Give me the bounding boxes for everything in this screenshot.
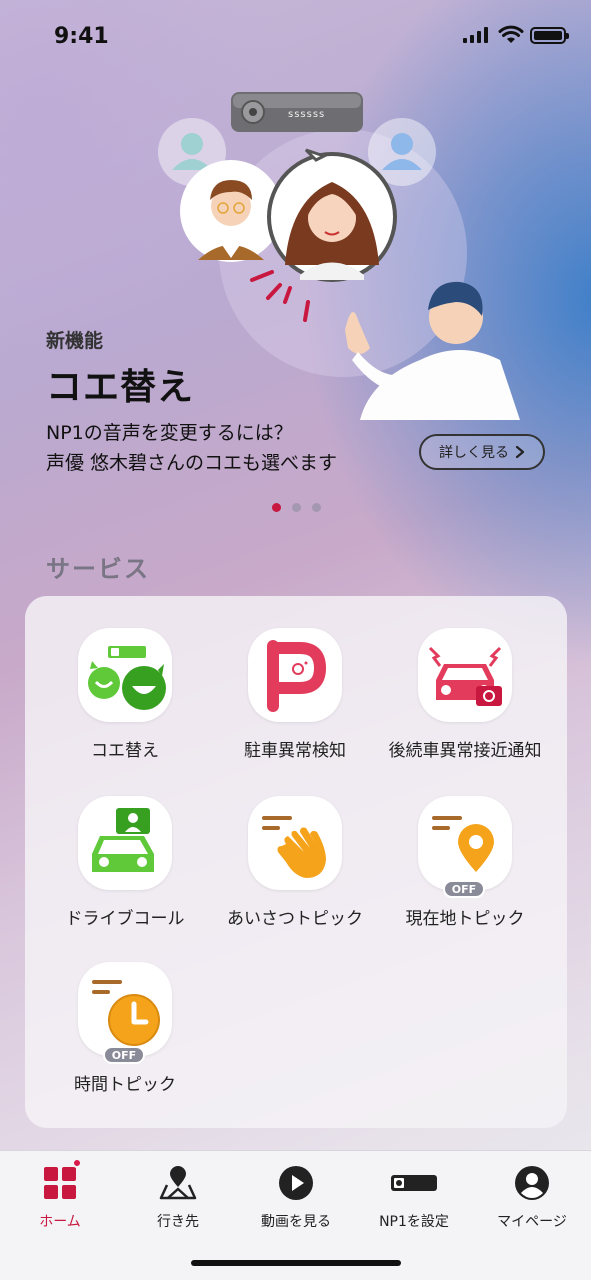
details-button[interactable]: 詳しく見る — [419, 434, 545, 470]
carousel-dot-3[interactable] — [312, 503, 321, 512]
tab-label: NP1を設定 — [379, 1214, 449, 1230]
status-badge: OFF — [443, 880, 485, 898]
clock-icon: OFF — [78, 962, 172, 1064]
details-button-label: 詳しく見る — [439, 445, 509, 461]
service-label: あいさつトピック — [227, 909, 363, 929]
service-rear-car-alert[interactable]: 後続車異常接近通知 — [375, 628, 555, 761]
services-card: コエ替え 駐車異常検知 後続車異常接近通知 ドライブコール あいさつトピック O… — [25, 596, 567, 1128]
tab-label: ホーム — [39, 1214, 81, 1230]
tab-label: 行き先 — [157, 1214, 199, 1230]
service-label: 時間トピック — [74, 1075, 176, 1095]
service-label: コエ替え — [91, 741, 159, 761]
tab-np1-settings[interactable]: NP1を設定 — [359, 1163, 469, 1231]
status-time: 9:41 — [54, 24, 109, 49]
drive-call-icon — [78, 796, 172, 890]
tab-home[interactable]: ホーム — [5, 1158, 115, 1231]
device-icon — [391, 1175, 437, 1191]
chevron-right-icon — [515, 445, 525, 459]
status-bar: 9:41 — [0, 0, 591, 72]
status-badge: OFF — [103, 1046, 145, 1064]
tab-my-page[interactable]: マイページ — [477, 1163, 587, 1231]
service-parking-alert[interactable]: 駐車異常検知 — [205, 628, 385, 761]
play-icon — [279, 1166, 313, 1200]
profile-icon — [515, 1166, 549, 1200]
carousel-dot-1[interactable] — [272, 503, 281, 512]
service-greeting-topic[interactable]: あいさつトピック — [205, 796, 385, 929]
service-drive-call[interactable]: ドライブコール — [35, 796, 215, 929]
service-label: 駐車異常検知 — [244, 741, 346, 761]
home-indicator[interactable] — [191, 1260, 401, 1266]
battery-icon — [530, 27, 569, 44]
home-grid-icon — [44, 1167, 76, 1199]
service-location-topic[interactable]: OFF 現在地トピック — [375, 796, 555, 929]
wifi-icon — [498, 25, 524, 43]
service-time-topic[interactable]: OFF 時間トピック — [35, 962, 215, 1095]
service-label: 現在地トピック — [405, 909, 525, 929]
hero-kicker: 新機能 — [46, 330, 104, 352]
services-section-title: サービス — [46, 555, 150, 583]
tab-label: マイページ — [497, 1214, 567, 1230]
waving-hand-icon — [248, 796, 342, 890]
service-label: ドライブコール — [65, 909, 185, 929]
hero-desc-line-2: 声優 悠木碧さんのコエも選べます — [46, 452, 338, 474]
tab-destination[interactable]: 行き先 — [123, 1163, 233, 1231]
carousel-indicator — [272, 503, 321, 512]
koe-kae-icon — [78, 628, 172, 722]
notification-dot — [72, 1158, 82, 1168]
service-koe-kae[interactable]: コエ替え — [35, 628, 215, 761]
cellular-signal-icon — [463, 27, 488, 43]
hero-title: コエ替え — [46, 367, 195, 408]
carousel-dot-2[interactable] — [292, 503, 301, 512]
map-pin-icon — [159, 1166, 197, 1200]
tab-videos[interactable]: 動画を見る — [241, 1163, 351, 1231]
service-label: 後続車異常接近通知 — [388, 741, 542, 761]
tab-label: 動画を見る — [261, 1214, 331, 1230]
hero-desc-line-1: NP1の音声を変更するには？ — [46, 422, 293, 444]
parking-alert-icon — [248, 628, 342, 722]
rear-car-alert-icon — [418, 628, 512, 722]
device-screen-text: ssssss — [288, 109, 325, 120]
hero-description: NP1の音声を変更するには？ 声優 悠木碧さんのコエも選べます — [46, 418, 406, 478]
location-pin-icon: OFF — [418, 796, 512, 898]
